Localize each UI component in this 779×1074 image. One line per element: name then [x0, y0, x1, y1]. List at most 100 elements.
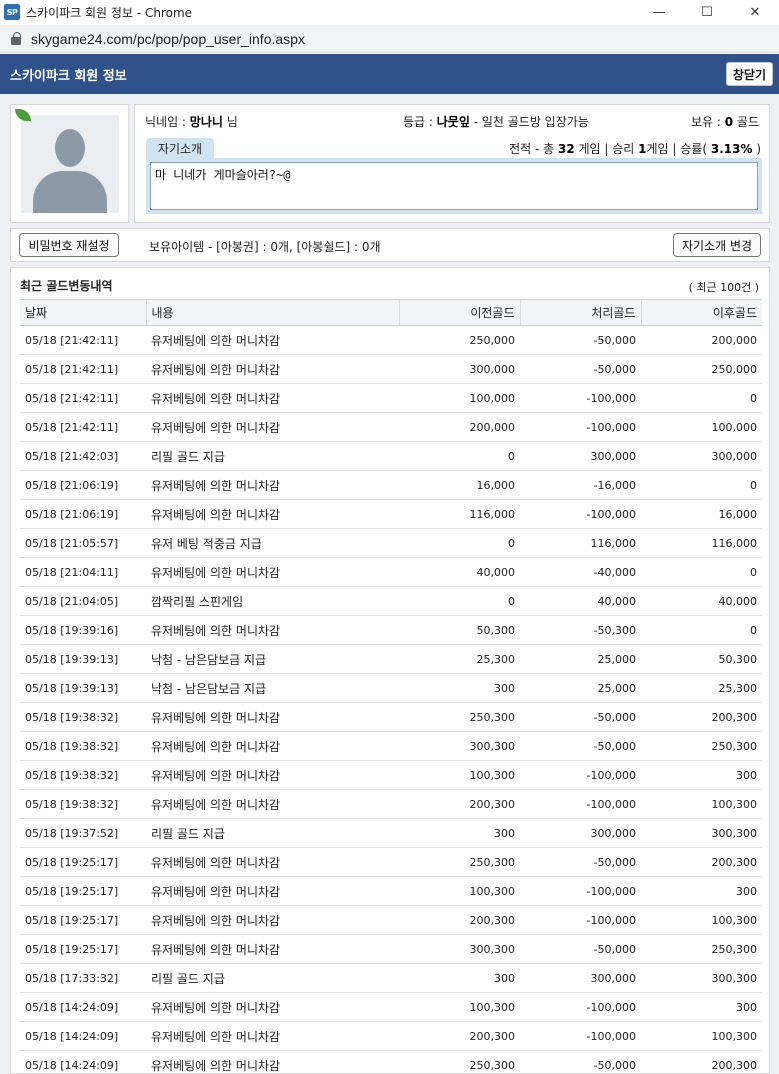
table-row: 05/18 [19:38:32] 유저베팅에 의한 머니차감 200,300 -100…	[20, 789, 762, 819]
cell-before: 100,300	[399, 992, 520, 1022]
column-header-before: 이전골드	[398, 299, 520, 326]
cell-before: 300	[399, 673, 520, 703]
cell-content: 리필 골드 지급	[146, 818, 399, 848]
cell-amount: -50,000	[520, 934, 641, 964]
column-header-after: 이후골드	[640, 299, 762, 326]
cell-after: 100,300	[641, 789, 762, 819]
cell-content: 낙첨 - 남은담보금 지급	[146, 644, 399, 674]
table-row: 05/18 [19:39:13] 낙첨 - 남은담보금 지급 300 25,000 25…	[20, 673, 762, 703]
cell-amount: -100,000	[520, 499, 641, 529]
cell-date: 05/18 [21:42:03]	[20, 441, 146, 471]
grade: 등급 : 나뭇잎 - 일천 골드방 입장가능	[403, 113, 589, 130]
intro-change-button[interactable]: 자기소개 변경	[673, 233, 761, 257]
cell-after: 300	[641, 992, 762, 1022]
lock-icon[interactable]	[11, 31, 23, 46]
cell-content: 유저 베팅 적중금 지급	[146, 528, 399, 558]
cell-after: 0	[641, 615, 762, 645]
cell-amount: -40,000	[520, 557, 641, 587]
cell-after: 16,000	[641, 499, 762, 529]
win-rate: 3.13%	[710, 142, 753, 156]
cell-before: 300	[399, 963, 520, 993]
cell-date: 05/18 [19:25:17]	[20, 905, 146, 935]
cell-date: 05/18 [19:38:32]	[20, 731, 146, 761]
cell-content: 유저베팅에 의한 머니차감	[146, 702, 399, 732]
cell-date: 05/18 [21:05:57]	[20, 528, 146, 558]
cell-content: 유저베팅에 의한 머니차감	[146, 1050, 399, 1073]
cell-after: 100,300	[641, 1021, 762, 1051]
intro-textarea[interactable]: 마 니네가 게마슬아러?~@	[150, 162, 758, 210]
page-header: 스카이파크 회원 정보 창닫기	[0, 54, 779, 94]
cell-before: 300,300	[399, 731, 520, 761]
cell-amount: -50,000	[520, 731, 641, 761]
cell-before: 40,000	[399, 557, 520, 587]
column-header-amount: 처리골드	[519, 299, 641, 326]
history-count: ( 최근 100건 )	[688, 281, 759, 294]
cell-after: 250,300	[641, 934, 762, 964]
intro-tab[interactable]: 자기소개	[146, 138, 214, 158]
cell-amount: 25,000	[520, 644, 641, 674]
cell-amount: -50,000	[520, 354, 641, 384]
cell-content: 유저베팅에 의한 머니차감	[146, 557, 399, 587]
cell-after: 50,300	[641, 644, 762, 674]
cell-after: 200,300	[641, 702, 762, 732]
cell-after: 300,300	[641, 818, 762, 848]
cell-amount: 300,000	[520, 818, 641, 848]
cell-amount: -50,000	[520, 702, 641, 732]
cell-content: 리필 골드 지급	[146, 441, 399, 471]
game-record: 전적 - 총 32 게임 | 승리 1게임 | 승률( 3.13% )	[509, 140, 761, 157]
minimize-button[interactable]: —	[635, 0, 683, 24]
cell-before: 25,300	[399, 644, 520, 674]
cell-before: 300	[399, 818, 520, 848]
cell-content: 유저베팅에 의한 머니차감	[146, 325, 399, 355]
table-row: 05/18 [14:24:09] 유저베팅에 의한 머니차감 250,300 -50,…	[20, 1050, 762, 1073]
cell-amount: -100,000	[520, 760, 641, 790]
cell-amount: -16,000	[520, 470, 641, 500]
table-row: 05/18 [21:42:03] 리필 골드 지급 0 300,000 300,000	[20, 441, 762, 471]
cell-date: 05/18 [19:25:17]	[20, 876, 146, 906]
table-row: 05/18 [19:38:32] 유저베팅에 의한 머니차감 100,300 -100…	[20, 760, 762, 790]
nickname-label: 닉네임 :	[145, 115, 190, 129]
grade-value: 나뭇잎	[436, 115, 470, 129]
cell-date: 05/18 [19:39:13]	[20, 644, 146, 674]
owned-label: 보유 :	[690, 115, 725, 129]
cell-content: 깜짝리필 스핀게임	[146, 586, 399, 616]
close-window-button[interactable]: ✕	[731, 0, 779, 24]
cell-content: 유저베팅에 의한 머니차감	[146, 412, 399, 442]
actions-bar: 비밀번호 재설정 보유아이템 - [아봉권] : 0개, [아봉쉴드] : 0개…	[10, 228, 770, 262]
cell-amount: -50,000	[520, 325, 641, 355]
cell-date: 05/18 [14:24:09]	[20, 1021, 146, 1051]
table-header-row: 날짜 내용 이전골드 처리골드 이후골드	[20, 299, 762, 326]
leaf-grade-icon	[15, 109, 31, 121]
table-row: 05/18 [19:25:17] 유저베팅에 의한 머니차감 200,300 -100…	[20, 905, 762, 935]
cell-after: 300	[641, 876, 762, 906]
cell-after: 200,300	[641, 1050, 762, 1073]
cell-date: 05/18 [21:42:11]	[20, 412, 146, 442]
cell-after: 200,000	[641, 325, 762, 355]
history-title: 최근 골드변동내역	[20, 279, 113, 293]
password-reset-button[interactable]: 비밀번호 재설정	[19, 233, 119, 257]
maximize-button[interactable]: ☐	[683, 0, 731, 24]
cell-amount: -50,000	[520, 847, 641, 877]
profile-image-box	[10, 104, 129, 223]
cell-amount: -100,000	[520, 992, 641, 1022]
cell-content: 유저베팅에 의한 머니차감	[146, 383, 399, 413]
cell-before: 300,000	[399, 354, 520, 384]
column-header-date: 날짜	[20, 299, 146, 326]
url-text[interactable]: skygame24.com/pc/pop/pop_user_info.aspx	[31, 31, 305, 47]
cell-amount: 25,000	[520, 673, 641, 703]
table-row: 05/18 [19:38:32] 유저베팅에 의한 머니차감 300,300 -50,…	[20, 731, 762, 761]
cell-content: 유저베팅에 의한 머니차감	[146, 1021, 399, 1051]
table-row: 05/18 [21:06:19] 유저베팅에 의한 머니차감 16,000 -16,0…	[20, 470, 762, 500]
cell-content: 유저베팅에 의한 머니차감	[146, 847, 399, 877]
grade-description: - 일천 골드방 입장가능	[469, 115, 589, 129]
cell-amount: -100,000	[520, 789, 641, 819]
cell-content: 리필 골드 지급	[146, 963, 399, 993]
cell-after: 25,300	[641, 673, 762, 703]
cell-date: 05/18 [21:42:11]	[20, 354, 146, 384]
address-bar[interactable]: skygame24.com/pc/pop/pop_user_info.aspx	[0, 25, 779, 53]
window-titlebar: SP 스카이파크 회원 정보 - Chrome — ☐ ✕	[0, 0, 779, 24]
close-popup-button[interactable]: 창닫기	[725, 62, 773, 86]
total-games: 32	[557, 142, 575, 156]
table-row: 05/18 [19:25:17] 유저베팅에 의한 머니차감 250,300 -50,…	[20, 847, 762, 877]
cell-amount: 300,000	[520, 441, 641, 471]
